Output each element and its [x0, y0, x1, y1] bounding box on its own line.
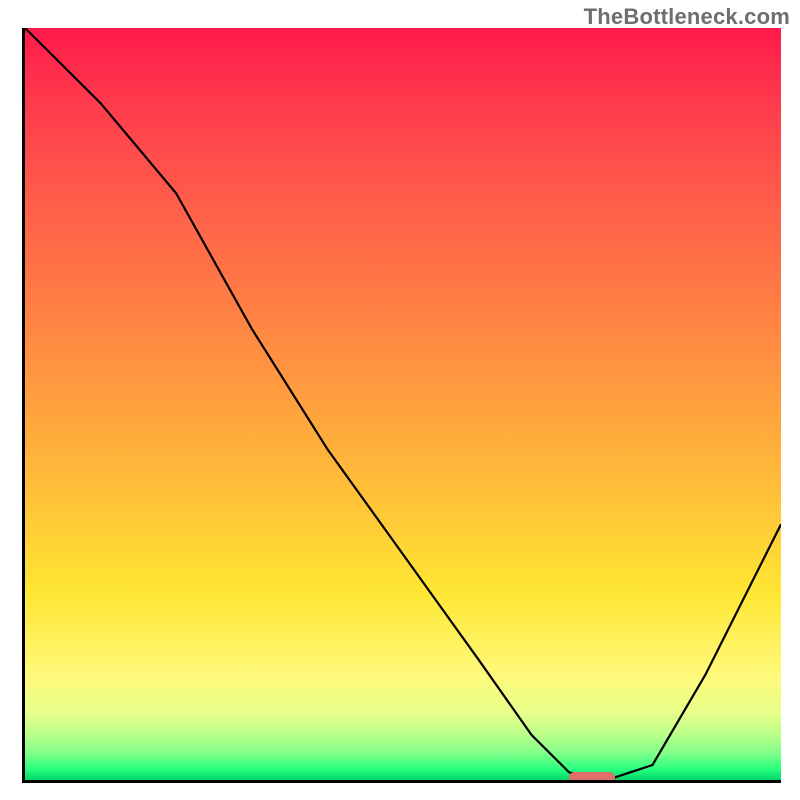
bottleneck-curve	[25, 28, 781, 780]
chart-root: TheBottleneck.com	[0, 0, 800, 800]
watermark-text: TheBottleneck.com	[584, 4, 790, 30]
optimal-range-marker	[569, 772, 614, 783]
plot-area	[22, 28, 781, 783]
curve-layer	[25, 28, 781, 780]
